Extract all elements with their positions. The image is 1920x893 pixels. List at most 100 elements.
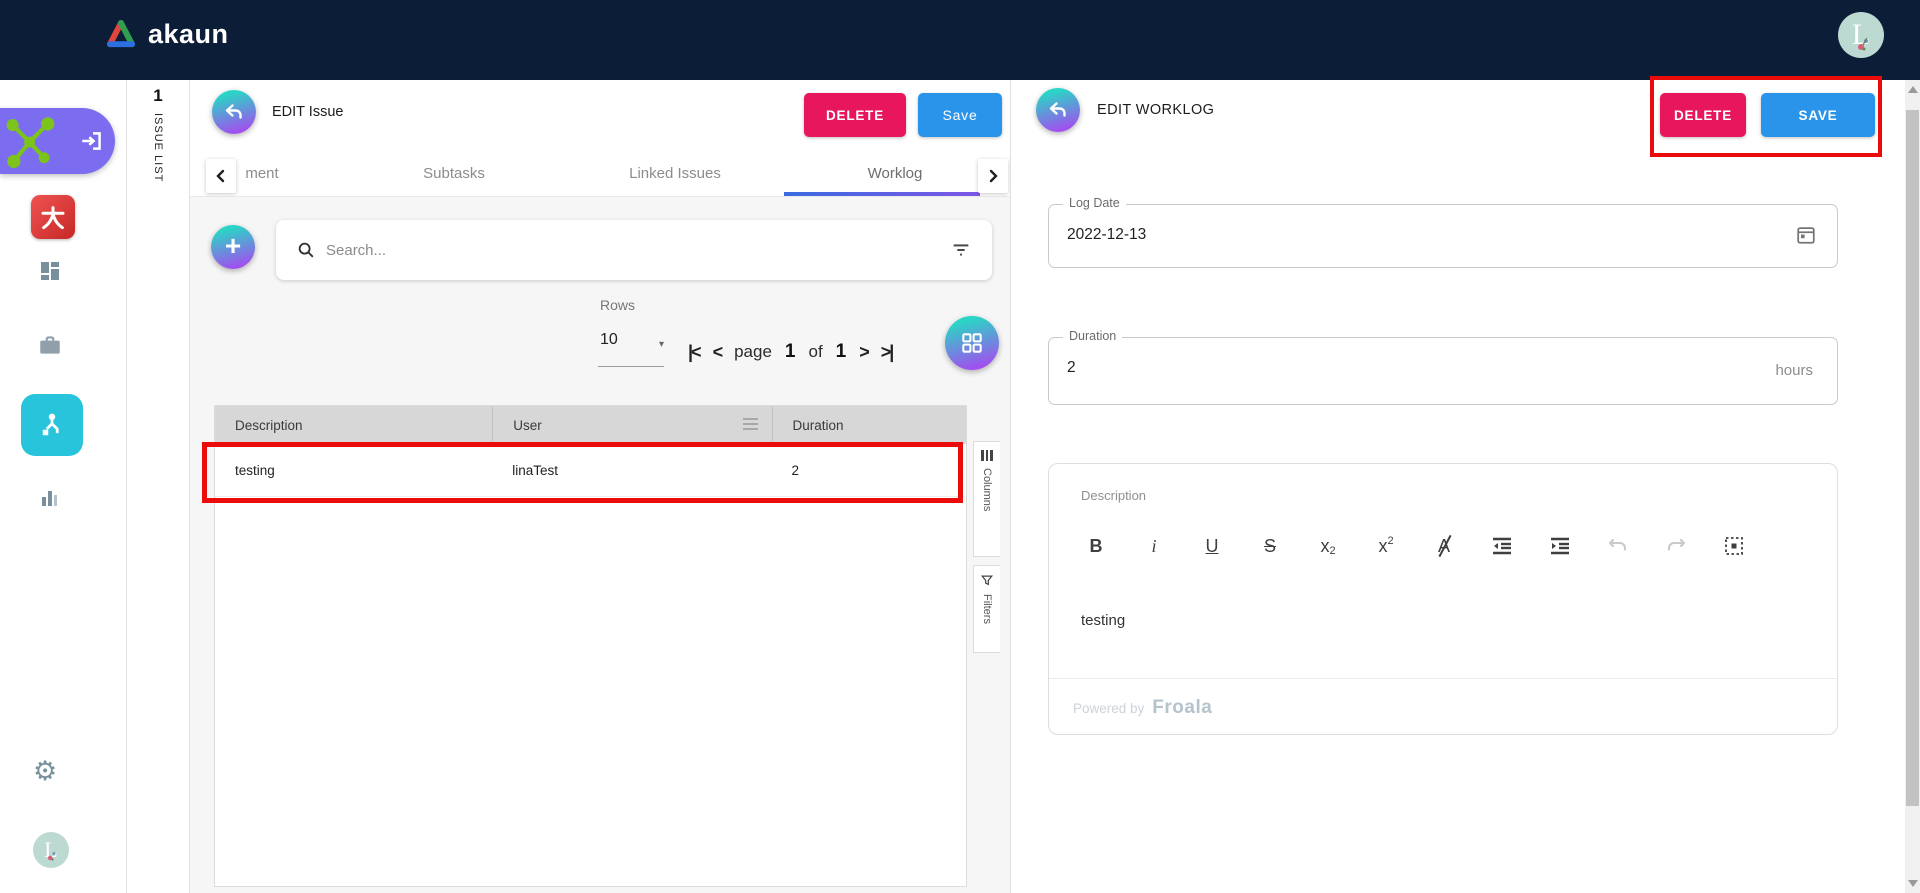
active-module-pill[interactable] [0, 108, 115, 174]
filters-side-tab[interactable]: Filters [973, 565, 1000, 653]
active-tab-underline [784, 192, 980, 196]
column-drag-handle-icon[interactable] [742, 418, 758, 433]
bar-chart-icon [42, 491, 57, 506]
back-button[interactable] [212, 90, 256, 134]
delete-issue-button[interactable]: DELETE [804, 93, 906, 137]
table-row[interactable]: testing linaTest 2 [215, 444, 966, 497]
sidebar-item-reports[interactable] [37, 485, 63, 511]
duration-field[interactable]: Duration 2 hours [1048, 329, 1838, 405]
undo-icon[interactable] [1601, 529, 1635, 563]
duration-label: Duration [1063, 329, 1123, 343]
issue-list-label: ISSUE LIST [152, 113, 164, 183]
select-all-icon[interactable] [1717, 529, 1751, 563]
sidebar-item-briefcase[interactable] [37, 332, 63, 358]
tab-subtasks[interactable]: Subtasks [423, 165, 485, 182]
description-label: Description [1081, 488, 1147, 503]
superscript-icon[interactable]: x2 [1369, 529, 1403, 563]
column-header-duration[interactable]: Duration [771, 406, 967, 444]
sidebar-item-workflow-active[interactable] [21, 394, 83, 456]
da-character-icon [41, 206, 65, 230]
editor-footer: Powered by Froala [1073, 688, 1212, 728]
table-header: Description User Duration [215, 406, 966, 444]
indent-icon[interactable] [1543, 529, 1577, 563]
columns-label: Columns [981, 468, 993, 512]
tab-worklog[interactable]: Worklog [868, 165, 923, 182]
login-arrow-icon [82, 132, 101, 150]
strikethrough-icon[interactable]: S [1253, 529, 1287, 563]
superscript-base: x [1378, 535, 1388, 556]
next-page-button[interactable]: > [859, 342, 869, 363]
scroll-up-arrow[interactable] [1908, 86, 1918, 93]
top-bar: akaun L [0, 0, 1920, 80]
dashboard-icon [41, 262, 59, 280]
scroll-down-arrow[interactable] [1908, 880, 1918, 887]
edit-issue-panel: EDIT Issue DELETE Save ment Subtasks Lin… [190, 80, 1010, 893]
tab-linked-issues[interactable]: Linked Issues [629, 165, 721, 182]
user-avatar[interactable]: L [1838, 12, 1884, 58]
columns-icon [981, 450, 993, 461]
of-word: of [808, 342, 823, 361]
worklog-table: Description User Duration testing linaTe… [214, 405, 967, 887]
italic-icon[interactable]: i [1137, 529, 1171, 563]
filters-label: Filters [981, 594, 993, 624]
tabs-scroll-left-button[interactable] [206, 159, 236, 193]
add-worklog-button[interactable]: + [211, 225, 255, 269]
sidebar-item-bigledger-app[interactable] [31, 195, 75, 239]
page-title: EDIT Issue [272, 104, 344, 120]
issue-tabs: ment Subtasks Linked Issues Worklog [190, 157, 1010, 197]
main-sidebar: ⚙ L [0, 80, 127, 893]
columns-side-tab[interactable]: Columns [973, 441, 1000, 557]
calendar-icon[interactable] [1795, 224, 1817, 246]
clear-formatting-icon[interactable]: A [1427, 529, 1461, 563]
cell-user: linaTest [512, 462, 559, 478]
scrollbar-thumb[interactable] [1906, 110, 1919, 806]
tabs-scroll-right-button[interactable] [978, 159, 1008, 193]
underline-icon[interactable]: U [1195, 529, 1229, 563]
powered-by-text: Powered by [1073, 700, 1145, 716]
subscript-icon[interactable]: x2 [1311, 529, 1345, 563]
filter-list-icon[interactable] [950, 239, 972, 261]
prev-page-button[interactable]: < [713, 342, 723, 363]
save-worklog-button[interactable]: SAVE [1761, 93, 1875, 137]
page-scrollbar [1905, 80, 1920, 893]
bold-icon[interactable]: B [1079, 529, 1113, 563]
column-header-description[interactable]: Description [215, 406, 492, 444]
rows-value: 10 [600, 331, 618, 348]
search-bar [276, 220, 992, 280]
search-input[interactable] [326, 241, 950, 259]
worklog-back-button[interactable] [1036, 88, 1080, 132]
outdent-icon[interactable] [1485, 529, 1519, 563]
first-page-button[interactable]: |< [688, 342, 701, 363]
back-arrow-icon [225, 104, 242, 119]
log-date-field[interactable]: Log Date 2022-12-13 [1048, 196, 1838, 268]
avatar-flower-icon [1858, 37, 1868, 51]
rows-per-page-select[interactable]: 10 ▾ [598, 327, 664, 367]
dropdown-caret-icon: ▾ [658, 339, 664, 350]
pagination: |< < page 1 of 1 > >| [688, 337, 894, 367]
froala-brand[interactable]: Froala [1152, 697, 1212, 719]
log-date-value: 2022-12-13 [1067, 226, 1147, 243]
save-issue-button[interactable]: Save [918, 93, 1002, 137]
app-logo: akaun [104, 18, 229, 50]
settings-gear-icon[interactable]: ⚙ [33, 758, 57, 785]
avatar-flower-icon [48, 852, 56, 861]
redo-icon[interactable] [1659, 529, 1693, 563]
worklog-tab-content: + Rows 10 ▾ |< < [190, 197, 1010, 893]
sidebar-item-dashboard[interactable] [37, 258, 63, 284]
total-pages: 1 [835, 341, 847, 362]
duration-value: 2 [1067, 359, 1076, 376]
delete-worklog-button[interactable]: DELETE [1660, 93, 1746, 137]
rows-label: Rows [600, 297, 636, 313]
logo-triangle-icon [106, 19, 136, 48]
last-page-button[interactable]: >| [881, 342, 894, 363]
issue-list-strip[interactable]: 1 ISSUE LIST [127, 80, 190, 893]
column-header-user-label: User [513, 417, 542, 433]
column-header-user[interactable]: User [492, 406, 771, 444]
grid-icon [962, 333, 982, 353]
sidebar-user-avatar[interactable]: L [33, 832, 69, 868]
editor-content[interactable]: testing [1081, 612, 1125, 629]
grid-view-button[interactable] [945, 316, 999, 370]
tab-comment-partial[interactable]: ment [245, 165, 278, 182]
subscript-number: 2 [1329, 545, 1336, 557]
back-arrow-icon [1049, 102, 1066, 117]
